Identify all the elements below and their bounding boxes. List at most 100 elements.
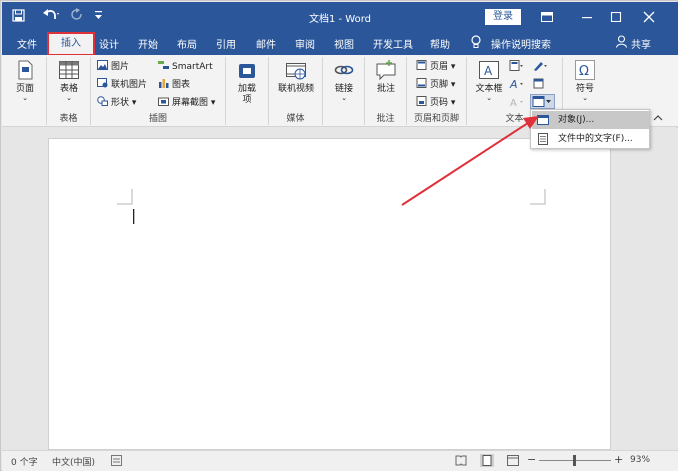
group-label-header-footer: 页眉和页脚 [413, 114, 459, 124]
person-icon [615, 35, 628, 51]
table-button[interactable]: 表格 ⌄ [54, 59, 84, 102]
group-links: 链接 ⌄ [323, 57, 365, 125]
close-icon[interactable] [635, 5, 663, 27]
footer-button[interactable]: 页脚 ▾ [416, 78, 455, 91]
group-label-tables: 表格 [59, 114, 78, 124]
header-icon [416, 60, 427, 70]
addins-button[interactable]: 加载 项 [232, 59, 262, 106]
pages-button[interactable]: 页面 ⌄ [10, 59, 40, 102]
picture-button[interactable]: 图片 [97, 60, 129, 73]
language-indicator[interactable]: 中文(中国) [52, 455, 95, 468]
zoom-slider-thumb[interactable] [573, 455, 576, 466]
group-label-illustrations: 插图 [148, 114, 167, 124]
online-picture-button[interactable]: 联机图片 [97, 78, 147, 91]
tab-layout[interactable]: 布局 [177, 36, 197, 51]
online-video-label: 联机视频 [277, 84, 314, 94]
status-bar: 0 个字 中文(中国) − + 93% [2, 450, 678, 471]
tab-help[interactable]: 帮助 [430, 36, 450, 51]
link-icon [333, 59, 355, 81]
word-window: 文档1 - Word 登录 文件 插入 设计 开始 布局 引用 邮件 审阅 视图… [0, 0, 678, 471]
addins-label-line1: 加载 [237, 84, 256, 94]
zoom-level[interactable]: 93% [630, 455, 650, 465]
tab-mailings[interactable]: 邮件 [256, 36, 276, 51]
object-dropdown-menu: 对象(J)... 文件中的文字(F)... [530, 109, 650, 149]
tab-references[interactable]: 引用 [216, 36, 236, 51]
text-file-icon [537, 133, 549, 145]
header-button[interactable]: 页眉 ▾ [416, 60, 455, 73]
login-button[interactable]: 登录 [485, 9, 521, 25]
drop-cap-icon[interactable]: A [509, 96, 523, 111]
chart-button[interactable]: 图表 [158, 78, 190, 91]
omega-icon: Ω [574, 59, 596, 81]
tab-design[interactable]: 设计 [99, 36, 119, 51]
group-media: 联机视频 媒体 [269, 57, 323, 125]
table-icon [58, 59, 80, 81]
share-button[interactable]: 共享 [631, 36, 651, 51]
minimize-icon[interactable] [573, 5, 601, 27]
group-comments: 批注 批注 [365, 57, 407, 125]
screenshot-button[interactable]: 屏幕截图 ▾ [158, 96, 215, 109]
document-page[interactable] [48, 138, 611, 450]
signature-line-icon[interactable] [533, 60, 547, 75]
zoom-out-icon[interactable]: − [527, 453, 536, 466]
symbol-button[interactable]: Ω 符号 ⌄ [570, 59, 600, 102]
shapes-label: 形状 [111, 98, 130, 108]
text-cursor [133, 209, 135, 224]
date-time-icon[interactable] [533, 78, 547, 93]
page-number-label: 页码 [430, 98, 449, 108]
maximize-icon[interactable] [602, 5, 630, 27]
picture-label: 图片 [111, 62, 130, 72]
ribbon-display-options-icon[interactable] [533, 5, 561, 27]
collapse-ribbon-icon[interactable] [653, 114, 663, 124]
group-illustrations: 图片 联机图片 形状 ▾ SmartArt 图表 屏幕截图 ▾ 插图 [91, 57, 226, 125]
menu-item-object[interactable]: 对象(J)... [532, 111, 649, 129]
online-video-button[interactable]: 联机视频 [273, 59, 319, 95]
print-layout-icon[interactable] [480, 454, 494, 467]
menu-item-object-label: 对象(J)... [558, 115, 595, 125]
svg-text:Ω: Ω [579, 64, 589, 79]
screenshot-icon [158, 96, 169, 106]
store-icon [236, 59, 258, 81]
screenshot-label: 屏幕截图 [172, 98, 209, 108]
web-layout-icon[interactable] [507, 455, 519, 469]
comment-button[interactable]: 批注 [371, 59, 401, 95]
smartart-label: SmartArt [172, 62, 213, 72]
group-addins: 加载 项 [226, 57, 269, 125]
quick-parts-icon[interactable] [509, 60, 523, 75]
ribbon-tabs: 文件 插入 设计 开始 布局 引用 邮件 审阅 视图 开发工具 帮助 操作说明搜… [2, 31, 678, 56]
smartart-button[interactable]: SmartArt [158, 60, 213, 73]
tab-review[interactable]: 审阅 [295, 36, 315, 51]
picture-icon [97, 60, 108, 70]
header-label: 页眉 [430, 62, 449, 72]
menu-item-text-from-file[interactable]: 文件中的文字(F)... [532, 130, 649, 148]
group-tables: 表格 ⌄ 表格 [47, 57, 91, 125]
group-label-media: 媒体 [286, 114, 305, 124]
tab-file[interactable]: 文件 [17, 36, 37, 51]
tab-insert[interactable]: 插入 [47, 32, 95, 56]
page-number-icon [416, 96, 427, 106]
wordart-icon[interactable]: A [509, 78, 523, 93]
chart-icon [158, 78, 169, 88]
online-picture-icon [97, 78, 108, 88]
shapes-button[interactable]: 形状 ▾ [97, 96, 136, 109]
footer-icon [416, 78, 427, 88]
tab-view[interactable]: 视图 [334, 36, 354, 51]
object-dropdown-button[interactable] [530, 94, 555, 109]
object-icon [537, 114, 549, 126]
online-picture-label: 联机图片 [111, 80, 148, 90]
shapes-icon [97, 96, 108, 106]
links-button[interactable]: 链接 ⌄ [329, 59, 359, 102]
page-number-button[interactable]: 页码 ▾ [416, 96, 455, 109]
comment-icon [375, 59, 397, 81]
tab-developer[interactable]: 开发工具 [373, 36, 413, 51]
zoom-in-icon[interactable]: + [614, 453, 623, 466]
word-count[interactable]: 0 个字 [11, 455, 38, 468]
addins-label-line2: 项 [242, 95, 252, 105]
read-mode-icon[interactable] [455, 455, 467, 469]
group-header-footer: 页眉 ▾ 页脚 ▾ 页码 ▾ 页眉和页脚 [407, 57, 467, 125]
macro-record-icon[interactable] [111, 455, 122, 469]
comment-label: 批注 [376, 84, 395, 94]
tab-home[interactable]: 开始 [138, 36, 158, 51]
tell-me-search[interactable]: 操作说明搜索 [491, 36, 551, 51]
textbox-button[interactable]: A 文本框 ⌄ [471, 59, 507, 102]
